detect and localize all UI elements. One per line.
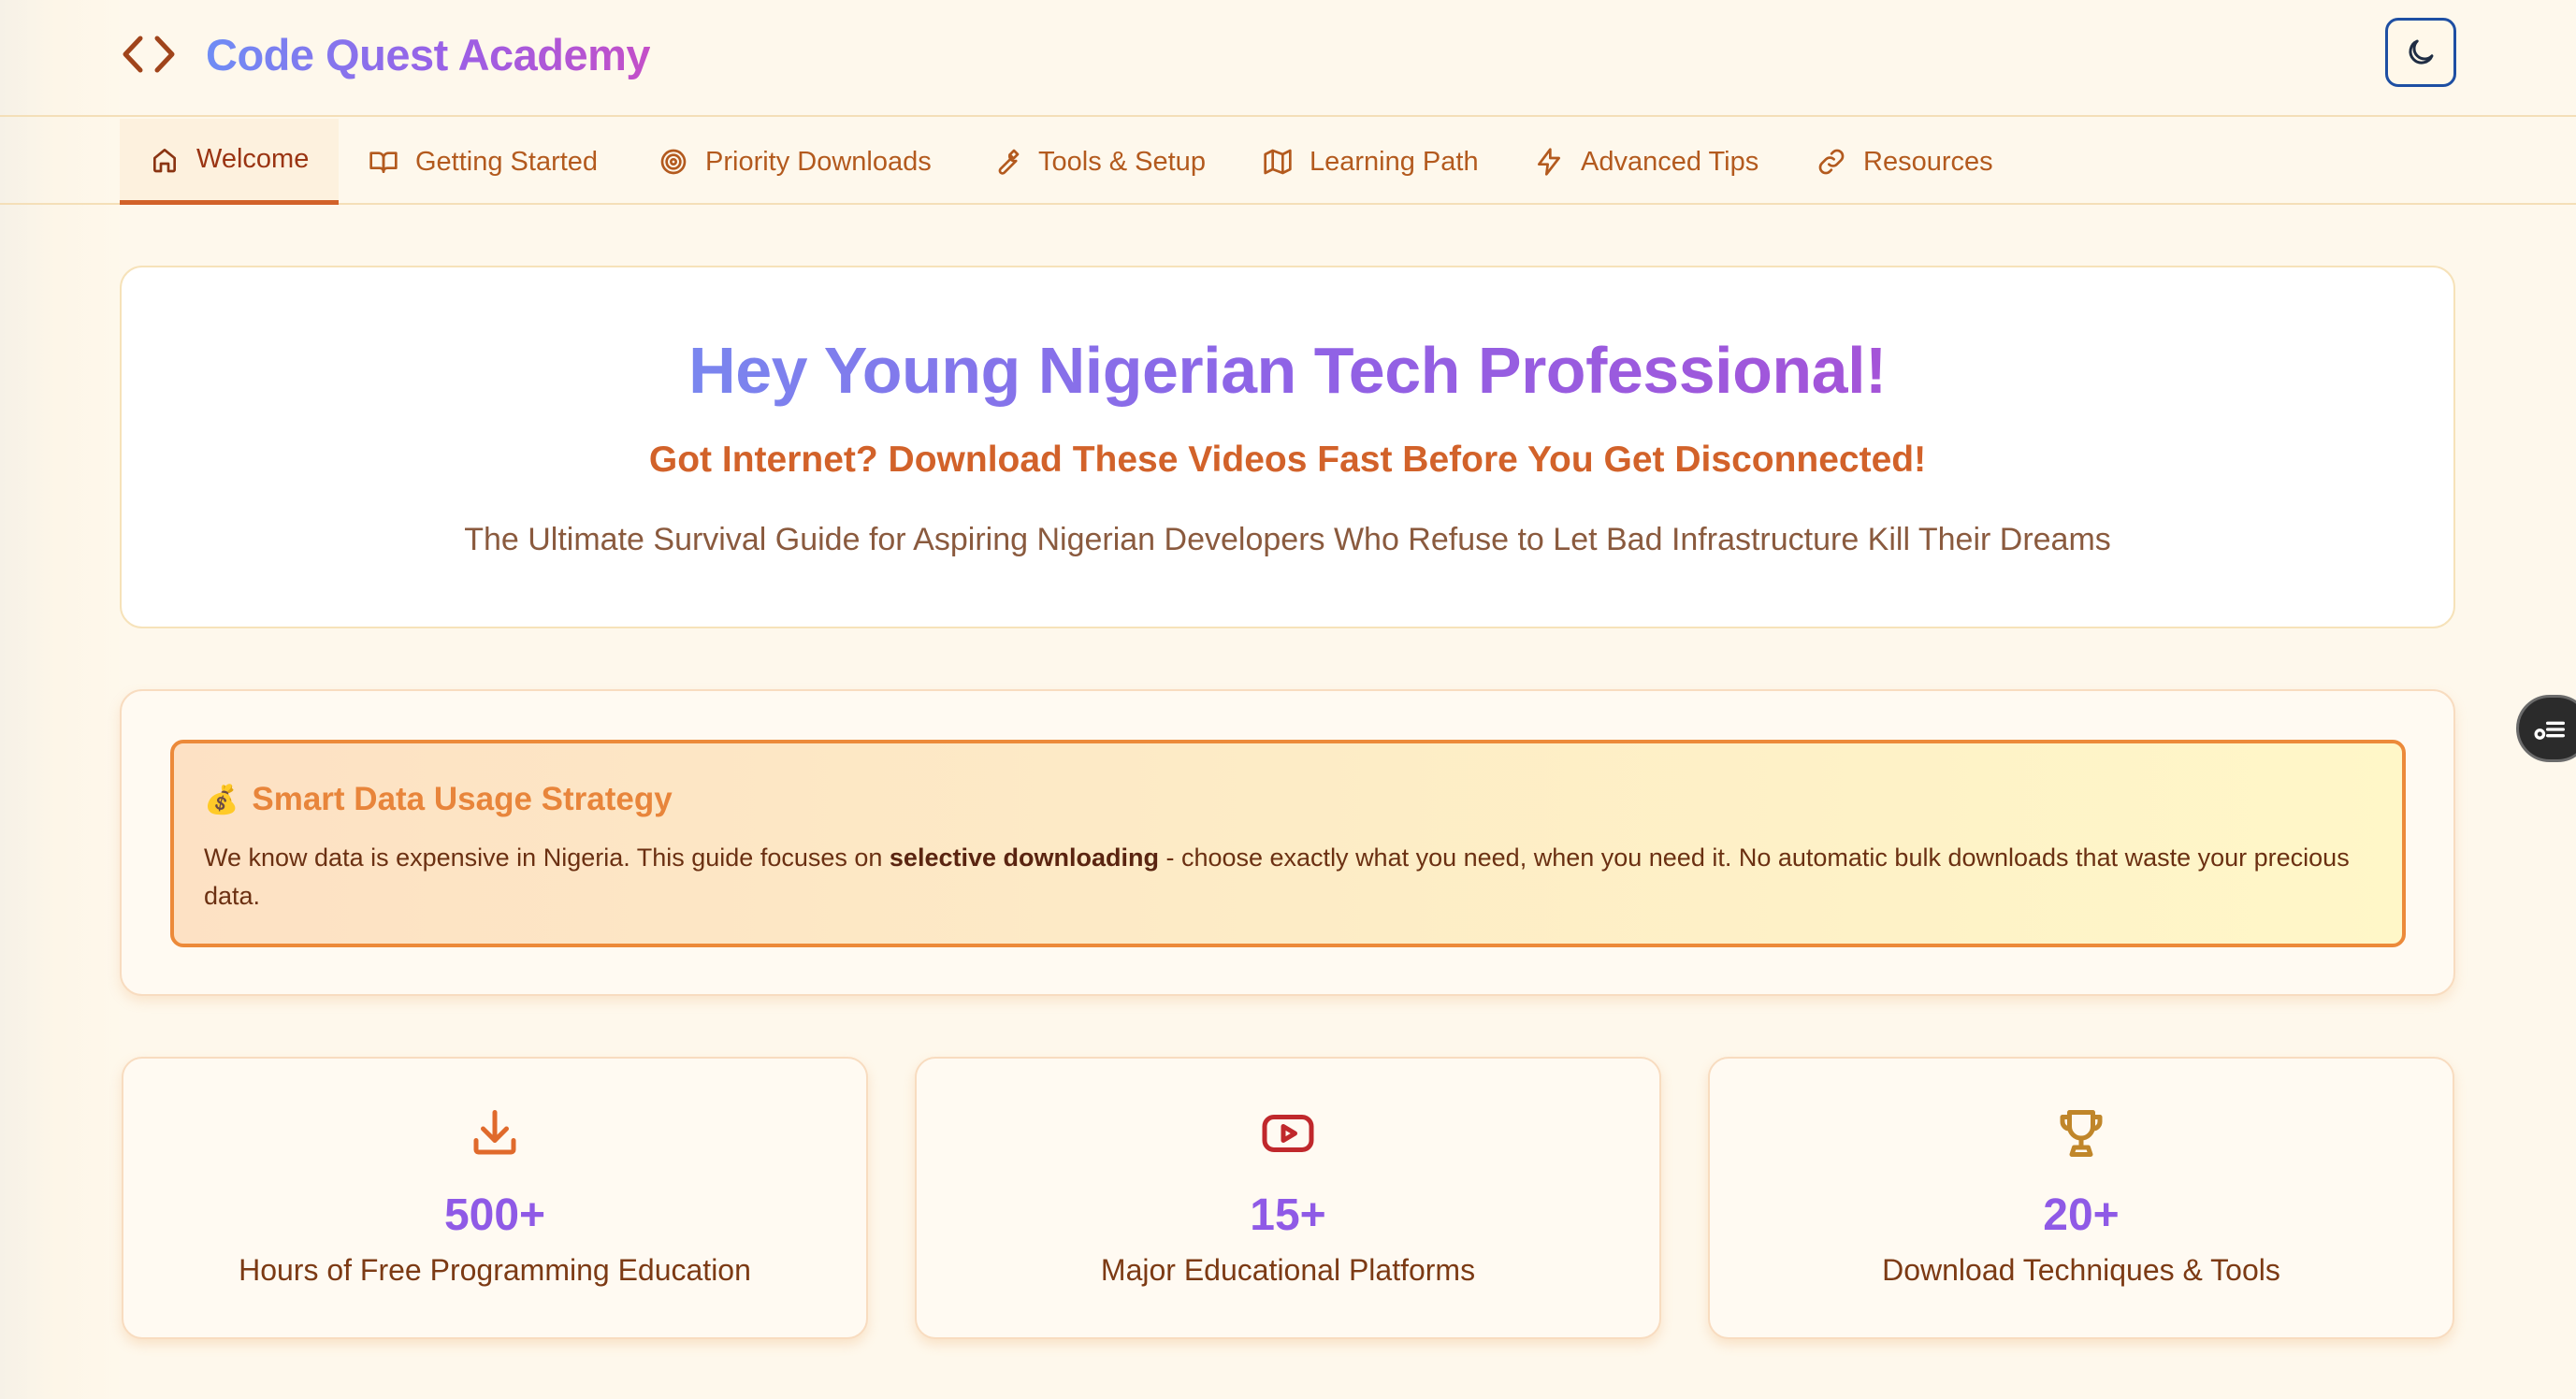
code-brackets-icon [123, 36, 175, 73]
tab-tools-setup[interactable]: Tools & Setup [991, 119, 1206, 205]
money-bag-icon: 💰 [204, 784, 239, 815]
moon-icon [2409, 39, 2434, 65]
tab-getting-started[interactable]: Getting Started [369, 119, 598, 205]
hero-title-text: Hey Young Nigerian Tech Professional! [688, 334, 1887, 407]
stat-value: 20+ [2043, 1190, 2120, 1240]
tab-label: Advanced Tips [1581, 146, 1759, 177]
main-nav: Welcome Getting Started Priority Downloa… [0, 119, 2576, 205]
tab-resources[interactable]: Resources [1816, 119, 1993, 205]
stat-card-techniques: 20+ Download Techniques & Tools [1708, 1057, 2454, 1339]
strategy-title-text: Smart Data Usage Strategy [252, 781, 673, 817]
target-icon [660, 149, 687, 175]
tab-label: Resources [1863, 146, 1993, 177]
settings-list-icon [2534, 721, 2565, 740]
stat-label: Hours of Free Programming Education [239, 1253, 751, 1287]
strategy-section: 💰 Smart Data Usage Strategy We know data… [120, 689, 2455, 996]
stat-value: 15+ [1250, 1190, 1326, 1240]
strategy-text: We know data is expensive in Nigeria. Th… [204, 839, 2374, 916]
tab-label: Welcome [196, 144, 310, 174]
stat-label: Major Educational Platforms [1100, 1253, 1476, 1287]
hero-subtitle: Got Internet? Download These Videos Fast… [648, 440, 1927, 480]
tab-priority-downloads[interactable]: Priority Downloads [658, 119, 932, 205]
strategy-text-part: We know data is expensive in Nigeria. Th… [204, 844, 890, 872]
brand-title: Code Quest Academy [206, 29, 651, 79]
strategy-text-bold: selective downloading [889, 844, 1159, 872]
floating-side-button[interactable] [2516, 695, 2576, 762]
download-icon [473, 1110, 516, 1155]
stat-card-platforms: 15+ Major Educational Platforms [915, 1057, 1661, 1339]
tab-label: Learning Path [1310, 146, 1479, 177]
stat-label: Download Techniques & Tools [1882, 1253, 2280, 1287]
theme-toggle-button[interactable] [2385, 18, 2456, 87]
brand[interactable]: Code Quest Academy [120, 24, 651, 84]
map-icon [1264, 149, 1292, 175]
stat-value: 500+ [443, 1190, 546, 1240]
tab-learning-path[interactable]: Learning Path [1263, 119, 1479, 205]
tab-advanced-tips[interactable]: Advanced Tips [1534, 119, 1758, 205]
hero-card: Hey Young Nigerian Tech Professional! Go… [120, 266, 2455, 628]
home-icon [153, 148, 176, 172]
lightning-icon [1538, 148, 1560, 176]
tab-label: Getting Started [415, 146, 599, 177]
wrench-icon [998, 149, 1020, 175]
strategy-title: 💰 Smart Data Usage Strategy [204, 781, 673, 818]
hero-description: The Ultimate Survival Guide for Aspiring… [464, 522, 2111, 557]
trophy-icon [2060, 1110, 2103, 1157]
strategy-callout: 💰 Smart Data Usage Strategy We know data… [170, 740, 2406, 947]
tab-label: Tools & Setup [1038, 146, 1206, 177]
link-icon [1818, 149, 1845, 175]
youtube-play-icon [1262, 1115, 1314, 1152]
tab-welcome[interactable]: Welcome [120, 119, 340, 205]
tab-label: Priority Downloads [705, 146, 932, 177]
stat-card-hours: 500+ Hours of Free Programming Education [122, 1057, 868, 1339]
book-icon [369, 151, 398, 173]
hero-title: Hey Young Nigerian Tech Professional! [122, 333, 2453, 408]
app-header: Code Quest Academy [0, 0, 2576, 117]
